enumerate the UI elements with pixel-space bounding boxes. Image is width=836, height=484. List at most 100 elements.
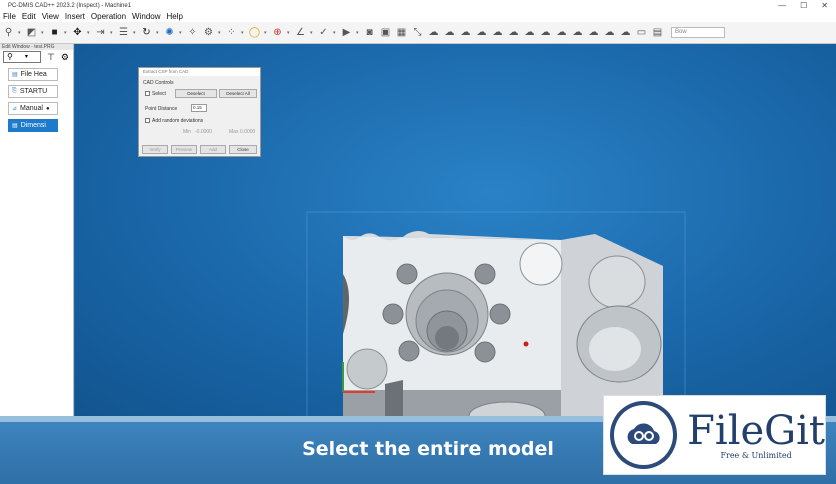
sidebar-item-label: STARTU <box>19 88 48 95</box>
cursor-point <box>523 341 529 347</box>
dropdown-arrow-icon[interactable]: ▾ <box>110 30 114 36</box>
verify-button[interactable]: Verify <box>142 145 168 154</box>
edit-window-sidebar: Edit Window - test.PRG ⚲ ▾ ⊤ ⚙ ▤ File He… <box>0 44 74 416</box>
screenshot-icon[interactable]: ▣ <box>379 26 392 39</box>
chevron-down-icon: ▾ <box>24 54 28 60</box>
dropdown-arrow-icon[interactable]: ▾ <box>241 30 245 36</box>
menu-bar: File Edit View Insert Operation Window H… <box>0 11 836 22</box>
list-icon[interactable]: ☰ <box>117 26 130 39</box>
select-label: Select <box>152 91 166 97</box>
dots-icon[interactable]: ⁘ <box>225 26 238 39</box>
check-icon[interactable]: ✓ <box>317 26 330 39</box>
document-icon: ▤ <box>12 72 18 78</box>
dropdown-arrow-icon[interactable]: ▾ <box>218 30 222 36</box>
min-value: -0.0000 <box>195 129 212 135</box>
cloud-1-icon[interactable]: ☁ <box>427 26 440 39</box>
sidebar-item-dimension[interactable]: ▤ Dimensi <box>8 119 58 132</box>
startup-icon: ⎘ <box>12 88 17 94</box>
menu-operation[interactable]: Operation <box>88 12 129 21</box>
cloud-7-icon[interactable]: ☁ <box>523 26 536 39</box>
cloud-logo-icon <box>610 401 678 469</box>
dropdown-arrow-icon[interactable]: ▾ <box>18 30 22 36</box>
sidebar-item-manual[interactable]: ⊿ Manual ● <box>8 102 58 115</box>
gear-icon[interactable]: ⚙ <box>61 52 69 63</box>
table-icon[interactable]: ▤ <box>651 26 664 39</box>
search-box[interactable]: ⚲ ▾ <box>3 51 41 63</box>
sphere-icon[interactable]: ✺ <box>163 26 176 39</box>
dropdown-arrow-icon[interactable]: ▾ <box>64 30 68 36</box>
dropdown-arrow-icon[interactable]: ▾ <box>87 30 91 36</box>
toolbar: ⚲ ▾ ◩ ▾ ■ ▾ ✥ ▾ ⇥ ▾ ☰ ▾ ↻ ▾ ✺ ▾ ✧ ⚙ ▾ ⁘ ▾ ◯ ▾ ⊕ ▾ ∠ ▾… <box>0 22 836 44</box>
crosshair-icon[interactable]: ⊕ <box>271 26 284 39</box>
cube-perspective-icon[interactable]: ◩ <box>25 26 38 39</box>
dropdown-arrow-icon[interactable]: ▾ <box>179 30 183 36</box>
dropdown-arrow-icon[interactable]: ▾ <box>333 30 337 36</box>
sidebar-item-label: File Hea <box>20 71 47 78</box>
sidebar-item-startup[interactable]: ⎘ STARTU <box>8 85 58 98</box>
filegit-logo: FileGit Free & Unlimited <box>603 395 826 475</box>
move-icon[interactable]: ✥ <box>71 26 84 39</box>
minimize-icon[interactable]: — <box>778 1 786 10</box>
circle-select-icon[interactable]: ◯ <box>248 26 261 39</box>
dropdown-arrow-icon[interactable]: ▾ <box>287 30 291 36</box>
cloud-6-icon[interactable]: ☁ <box>507 26 520 39</box>
deselect-all-button[interactable]: Deselect All <box>219 89 257 98</box>
dropdown-arrow-icon[interactable]: ▾ <box>156 30 160 36</box>
grid-icon[interactable]: ▦ <box>395 26 408 39</box>
dropdown-arrow-icon[interactable]: ▾ <box>356 30 360 36</box>
menu-insert[interactable]: Insert <box>62 12 88 21</box>
dropdown-arrow-icon[interactable]: ▾ <box>264 30 268 36</box>
cube-solid-icon[interactable]: ■ <box>48 26 61 39</box>
rotate-icon[interactable]: ↻ <box>140 26 153 39</box>
play-icon[interactable]: ▶ <box>340 26 353 39</box>
cloud-13-icon[interactable]: ☁ <box>619 26 632 39</box>
cloud-9-icon[interactable]: ☁ <box>555 26 568 39</box>
cloud-10-icon[interactable]: ☁ <box>571 26 584 39</box>
fixture-icon[interactable]: ⚙ <box>202 26 215 39</box>
maximize-icon[interactable]: ☐ <box>800 1 807 10</box>
expand-icon[interactable]: ⤡ <box>411 26 424 39</box>
dialog-title: Extract CSP from CAD <box>139 68 260 76</box>
cloud-11-icon[interactable]: ☁ <box>587 26 600 39</box>
deselect-button[interactable]: Deselect <box>175 89 217 98</box>
mode-selector[interactable]: Bow <box>671 27 725 38</box>
cloud-8-icon[interactable]: ☁ <box>539 26 552 39</box>
image-icon[interactable]: ▭ <box>635 26 648 39</box>
sidebar-item-file-header[interactable]: ▤ File Hea <box>8 68 58 81</box>
translate-icon[interactable]: ⇥ <box>94 26 107 39</box>
random-deviations-label: Add random deviations <box>152 118 204 124</box>
cloud-12-icon[interactable]: ☁ <box>603 26 616 39</box>
status-dot-icon: ● <box>46 105 50 112</box>
sidebar-toolbar: ⚲ ▾ ⊤ ⚙ <box>0 50 73 64</box>
probe-icon[interactable]: ⚲ <box>2 26 15 39</box>
close-button[interactable]: Close <box>229 145 257 154</box>
angle-icon[interactable]: ∠ <box>294 26 307 39</box>
preview-button[interactable]: Preview <box>171 145 197 154</box>
select-checkbox[interactable] <box>145 91 150 96</box>
point-distance-input[interactable]: 0.15 <box>191 104 207 112</box>
cloud-3-icon[interactable]: ☁ <box>459 26 472 39</box>
dimension-icon: ▤ <box>12 123 18 129</box>
dropdown-arrow-icon[interactable]: ▾ <box>133 30 137 36</box>
wand-icon[interactable]: ✧ <box>186 26 199 39</box>
filter-icon[interactable]: ⊤ <box>47 52 55 63</box>
menu-file[interactable]: File <box>0 12 19 21</box>
camera-icon[interactable]: ◙ <box>363 26 376 39</box>
sidebar-item-label: Dimensi <box>20 122 46 129</box>
close-icon[interactable]: ✕ <box>821 1 828 10</box>
random-deviations-checkbox[interactable] <box>145 118 150 123</box>
cloud-4-icon[interactable]: ☁ <box>475 26 488 39</box>
menu-help[interactable]: Help <box>164 12 186 21</box>
extract-csp-dialog: Extract CSP from CAD CAD Controls Select… <box>138 67 261 157</box>
dialog-section-label: CAD Controls <box>143 80 174 86</box>
dropdown-arrow-icon[interactable]: ▾ <box>41 30 45 36</box>
cloud-5-icon[interactable]: ☁ <box>491 26 504 39</box>
menu-edit[interactable]: Edit <box>19 12 39 21</box>
menu-window[interactable]: Window <box>129 12 163 21</box>
add-button[interactable]: Add <box>200 145 226 154</box>
cloud-2-icon[interactable]: ☁ <box>443 26 456 39</box>
max-value: 0.0000 <box>240 129 256 135</box>
manual-icon: ⊿ <box>12 106 18 112</box>
menu-view[interactable]: View <box>39 12 62 21</box>
dropdown-arrow-icon[interactable]: ▾ <box>310 30 314 36</box>
